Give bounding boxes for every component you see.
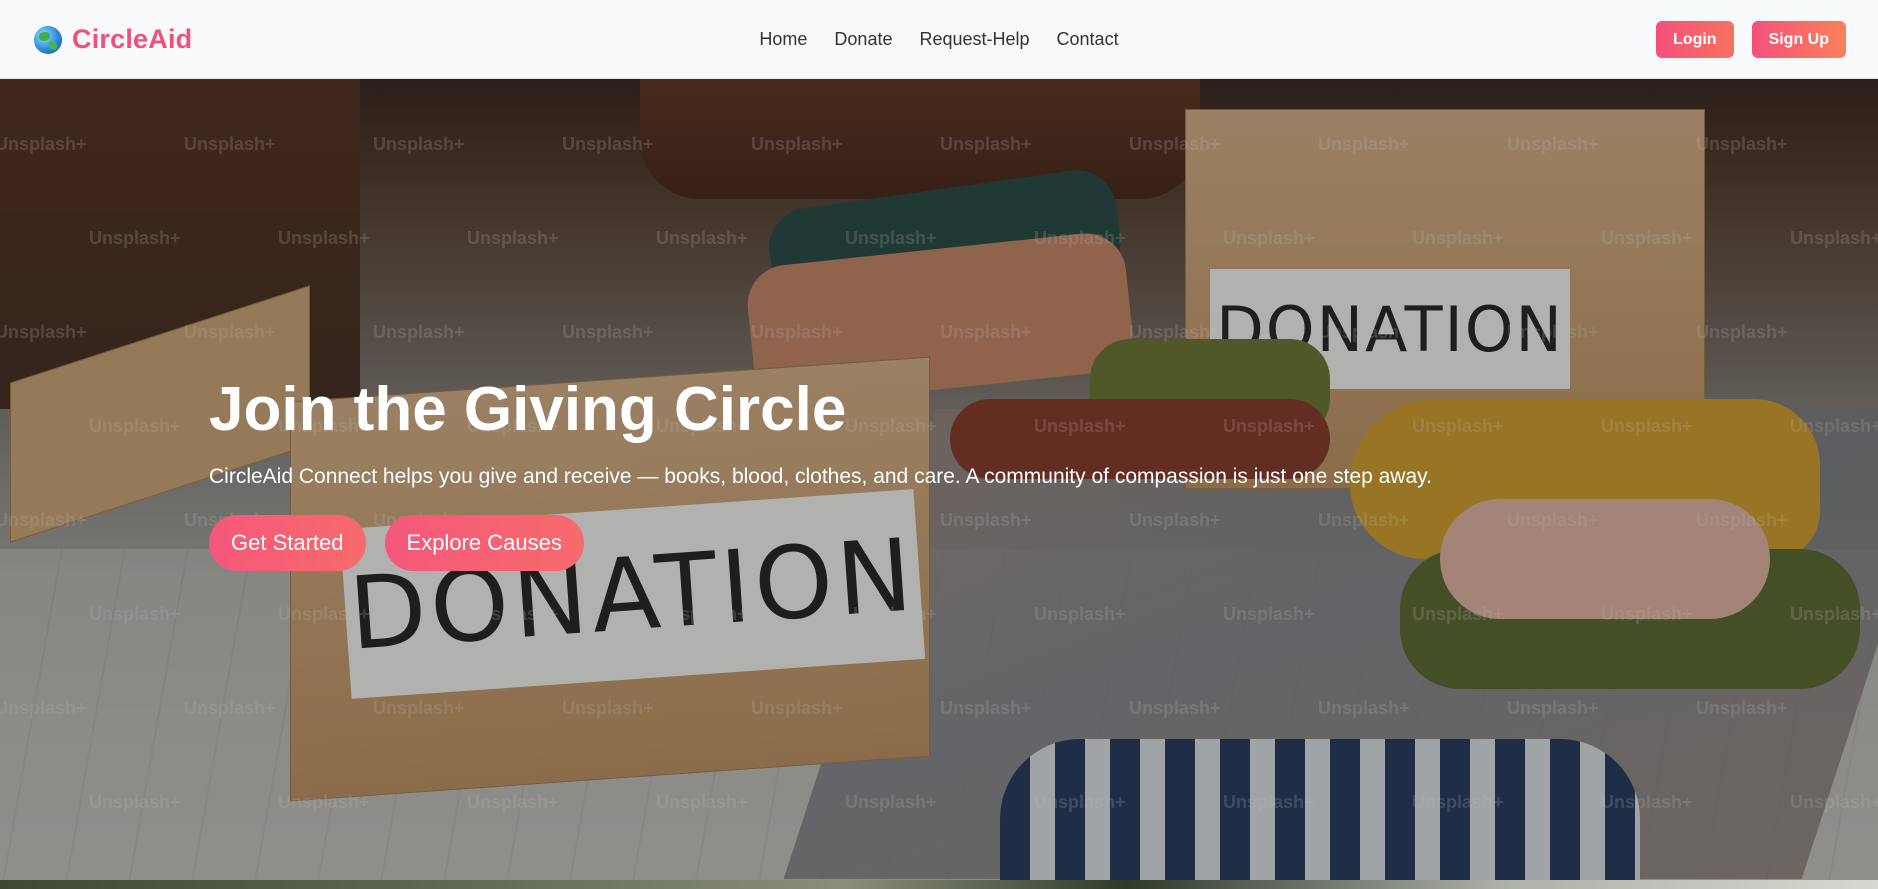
main-nav: Home Donate Request-Help Contact [0, 0, 1878, 79]
nav-link-request-help[interactable]: Request-Help [919, 29, 1029, 50]
auth-buttons: Login Sign Up [1656, 0, 1846, 79]
hero-section: DONATION DONATION Unsplash+ Unsplash+ Unsp… [0, 79, 1878, 880]
hero-content: Join the Giving Circle CircleAid Connect… [209, 379, 1432, 571]
explore-causes-button[interactable]: Explore Causes [384, 515, 584, 571]
hero-subtitle: CircleAid Connect helps you give and rec… [209, 465, 1432, 488]
brand-logo[interactable]: CircleAid [34, 0, 192, 79]
nav-link-contact[interactable]: Contact [1057, 29, 1119, 50]
globe-icon [34, 25, 62, 54]
login-button[interactable]: Login [1656, 21, 1734, 58]
hero-title: Join the Giving Circle [209, 375, 847, 444]
next-section-peek [0, 880, 1878, 889]
brand-name: CircleAid [72, 24, 193, 54]
navbar: CircleAid Home Donate Request-Help Conta… [0, 0, 1878, 79]
hero-buttons: Get Started Explore Causes [209, 515, 1432, 571]
get-started-button[interactable]: Get Started [209, 515, 366, 571]
nav-link-donate[interactable]: Donate [834, 29, 892, 50]
nav-link-home[interactable]: Home [759, 29, 807, 50]
signup-button[interactable]: Sign Up [1751, 21, 1846, 58]
